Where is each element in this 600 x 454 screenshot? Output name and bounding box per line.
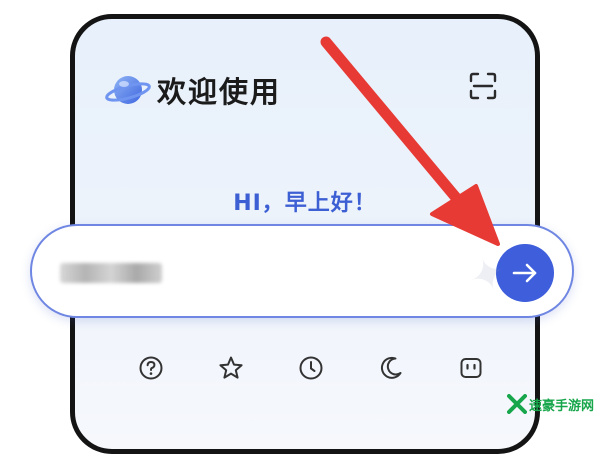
shortcut-label [111,391,191,405]
shortcut-ai[interactable] [431,355,511,405]
site-watermark-text: 速豪手游网 [528,398,594,414]
planet-logo-icon [105,76,151,104]
app-brand: 欢迎使用 [105,69,281,111]
search-submit-button[interactable] [496,244,554,302]
search-box[interactable] [30,224,574,318]
page-title: 欢迎使用 [157,75,282,109]
shortcut-night[interactable] [351,355,431,405]
greeting-text: HI，早上好！ [233,191,377,216]
search-input[interactable] [60,254,464,290]
scan-label [461,105,505,117]
shortcut-label [431,391,511,405]
moon-icon [380,356,402,379]
shortcut-bar [111,355,511,435]
arrow-right-icon [512,263,537,283]
star-icon [219,356,243,379]
robot-icon [460,358,482,378]
shortcut-help[interactable] [111,355,191,405]
scan-icon [469,72,497,100]
help-icon [139,356,163,380]
shortcut-favorites[interactable] [191,355,271,405]
x-logo-icon [506,394,527,414]
shortcut-history[interactable] [271,355,351,405]
shortcut-label [351,391,431,405]
site-watermark: 速豪手游网 [506,394,594,414]
page-subtitle [111,117,271,135]
scan-button[interactable] [461,71,505,117]
shortcut-label [271,391,351,405]
shortcut-label [191,391,271,405]
clock-icon [299,356,323,380]
